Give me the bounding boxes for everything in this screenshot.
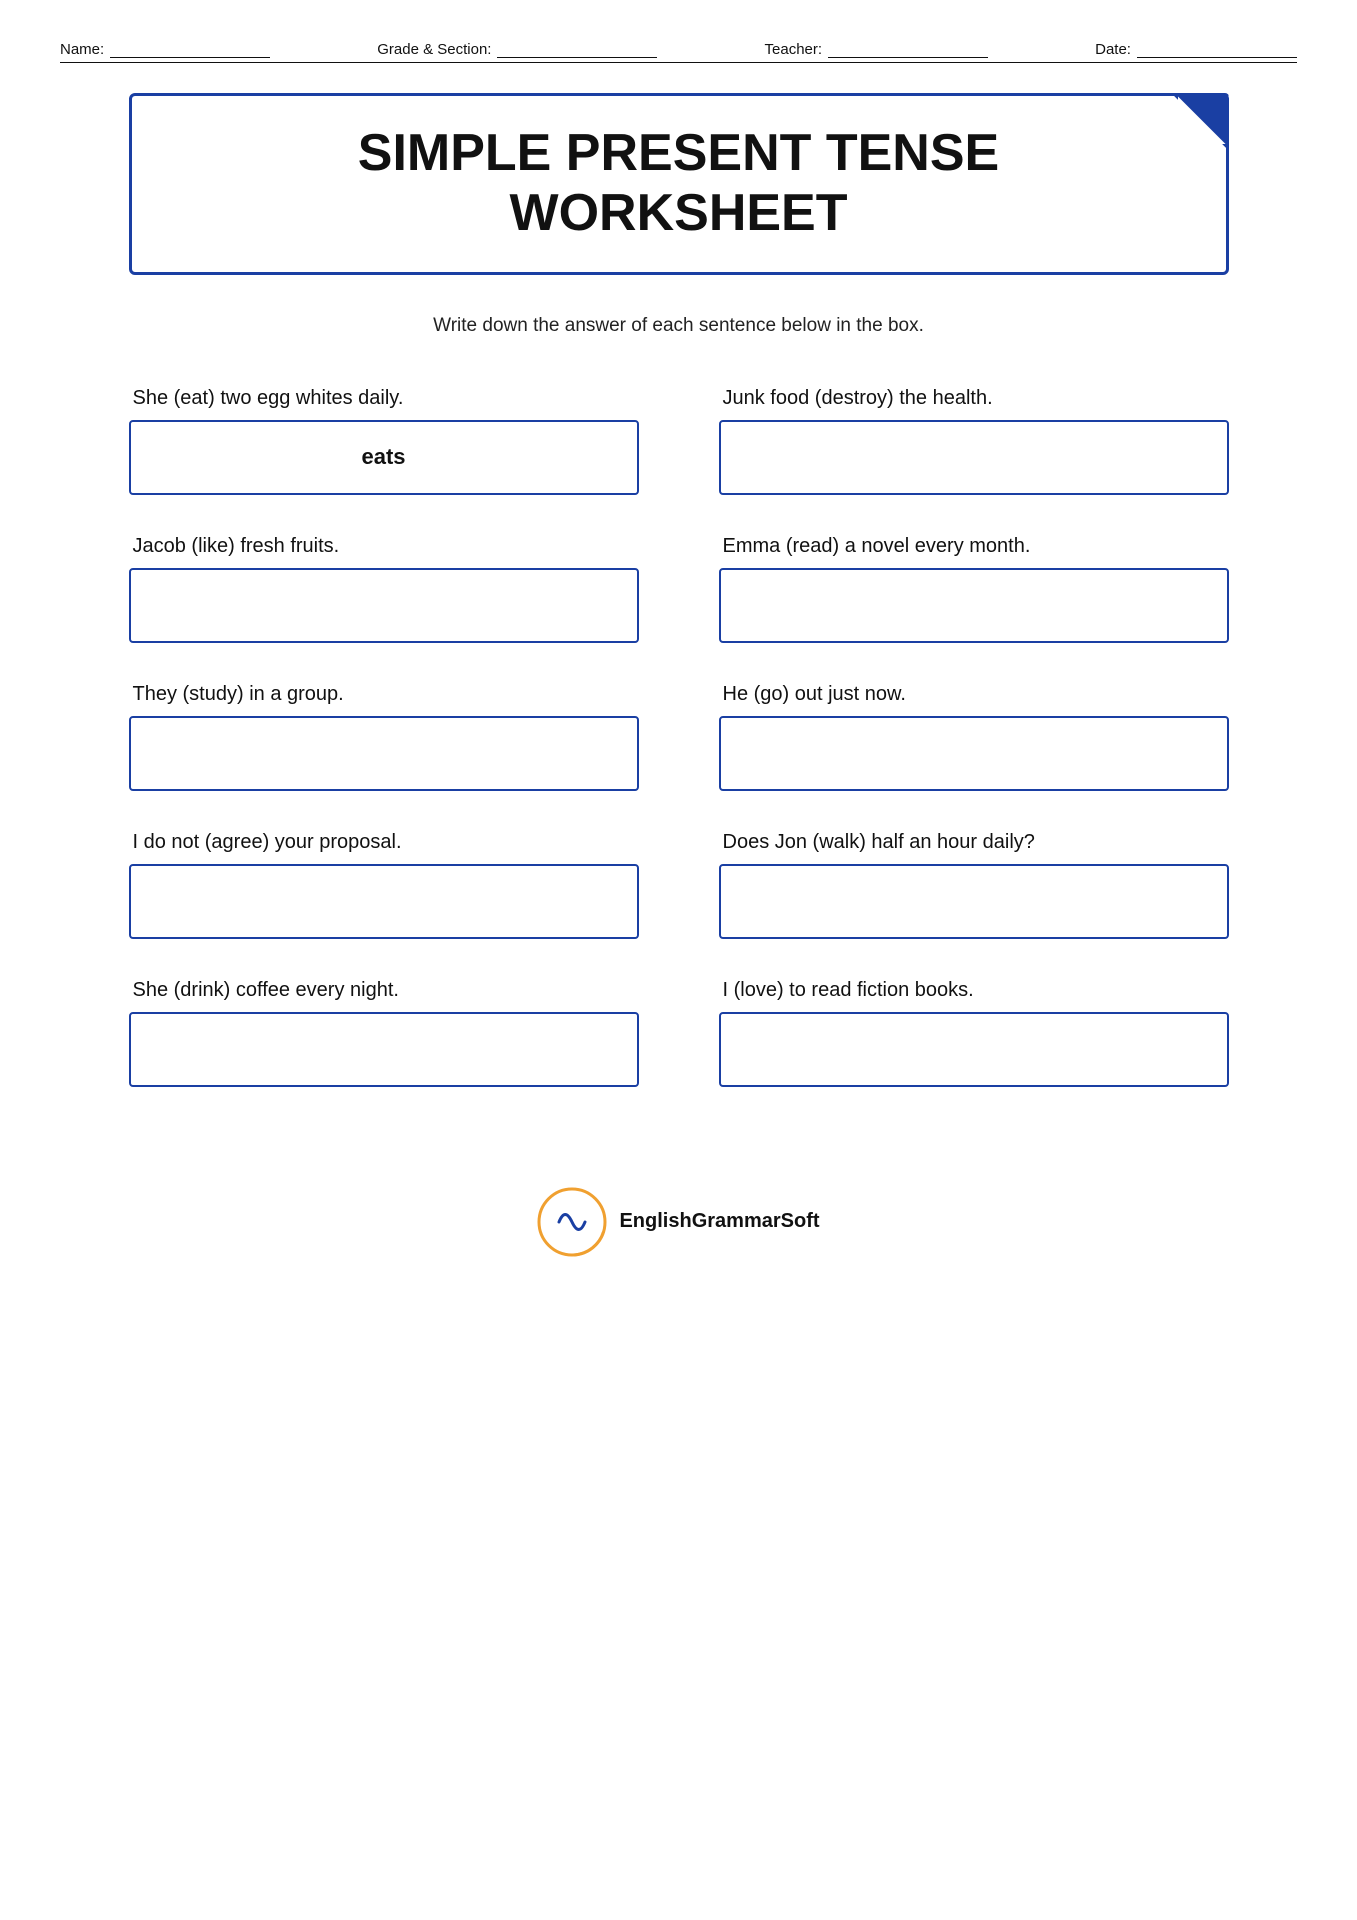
exercise-sentence: Junk food (destroy) the health.	[719, 387, 1229, 410]
title-box: SIMPLE PRESENT TENSE WORKSHEET	[129, 93, 1229, 275]
teacher-label: Teacher:	[765, 41, 823, 58]
exercise-sentence: They (study) in a group.	[129, 683, 639, 706]
grade-label: Grade & Section:	[377, 41, 491, 58]
exercise-item: They (study) in a group.	[129, 683, 639, 791]
grade-field: Grade & Section:	[377, 40, 657, 58]
teacher-line	[828, 40, 988, 58]
exercise-sentence: She (drink) coffee every night.	[129, 979, 639, 1002]
date-field: Date:	[1095, 40, 1297, 58]
exercise-item: I do not (agree) your proposal.	[129, 831, 639, 939]
exercise-item: She (drink) coffee every night.	[129, 979, 639, 1087]
answer-box[interactable]	[129, 864, 639, 939]
exercises-grid: She (eat) two egg whites daily. eats Junk …	[129, 387, 1229, 1127]
exercise-item: Junk food (destroy) the health.	[719, 387, 1229, 495]
exercise-item: He (go) out just now.	[719, 683, 1229, 791]
brand-logo	[537, 1187, 607, 1257]
answer-box[interactable]	[129, 716, 639, 791]
worksheet-title: SIMPLE PRESENT TENSE WORKSHEET	[172, 124, 1186, 244]
answer-box[interactable]	[719, 864, 1229, 939]
brand-name: EnglishGrammarSoft	[619, 1210, 819, 1233]
answer-box[interactable]	[719, 568, 1229, 643]
answer-box[interactable]	[719, 420, 1229, 495]
answer-box[interactable]	[129, 568, 639, 643]
name-field: Name:	[60, 40, 270, 58]
exercise-sentence: She (eat) two egg whites daily.	[129, 387, 639, 410]
exercise-sentence: I (love) to read fiction books.	[719, 979, 1229, 1002]
answer-box[interactable]	[719, 1012, 1229, 1087]
exercise-item: Does Jon (walk) half an hour daily?	[719, 831, 1229, 939]
name-label: Name:	[60, 41, 104, 58]
exercise-sentence: Jacob (like) fresh fruits.	[129, 535, 639, 558]
header-row: Name: Grade & Section: Teacher: Date:	[60, 40, 1297, 63]
corner-fold	[1174, 96, 1226, 148]
exercise-sentence: I do not (agree) your proposal.	[129, 831, 639, 854]
footer: EnglishGrammarSoft	[60, 1187, 1297, 1257]
exercise-item: I (love) to read fiction books.	[719, 979, 1229, 1087]
exercise-item: She (eat) two egg whites daily. eats	[129, 387, 639, 495]
exercise-sentence: He (go) out just now.	[719, 683, 1229, 706]
exercise-sentence: Emma (read) a novel every month.	[719, 535, 1229, 558]
answer-box[interactable]	[719, 716, 1229, 791]
exercise-sentence: Does Jon (walk) half an hour daily?	[719, 831, 1229, 854]
date-label: Date:	[1095, 41, 1131, 58]
answer-box[interactable]: eats	[129, 420, 639, 495]
answer-box[interactable]	[129, 1012, 639, 1087]
instruction-text: Write down the answer of each sentence b…	[60, 315, 1297, 337]
teacher-field: Teacher:	[765, 40, 989, 58]
answer-text: eats	[361, 444, 405, 470]
date-line	[1137, 40, 1297, 58]
name-line	[110, 40, 270, 58]
exercise-item: Jacob (like) fresh fruits.	[129, 535, 639, 643]
grade-line	[497, 40, 657, 58]
exercise-item: Emma (read) a novel every month.	[719, 535, 1229, 643]
